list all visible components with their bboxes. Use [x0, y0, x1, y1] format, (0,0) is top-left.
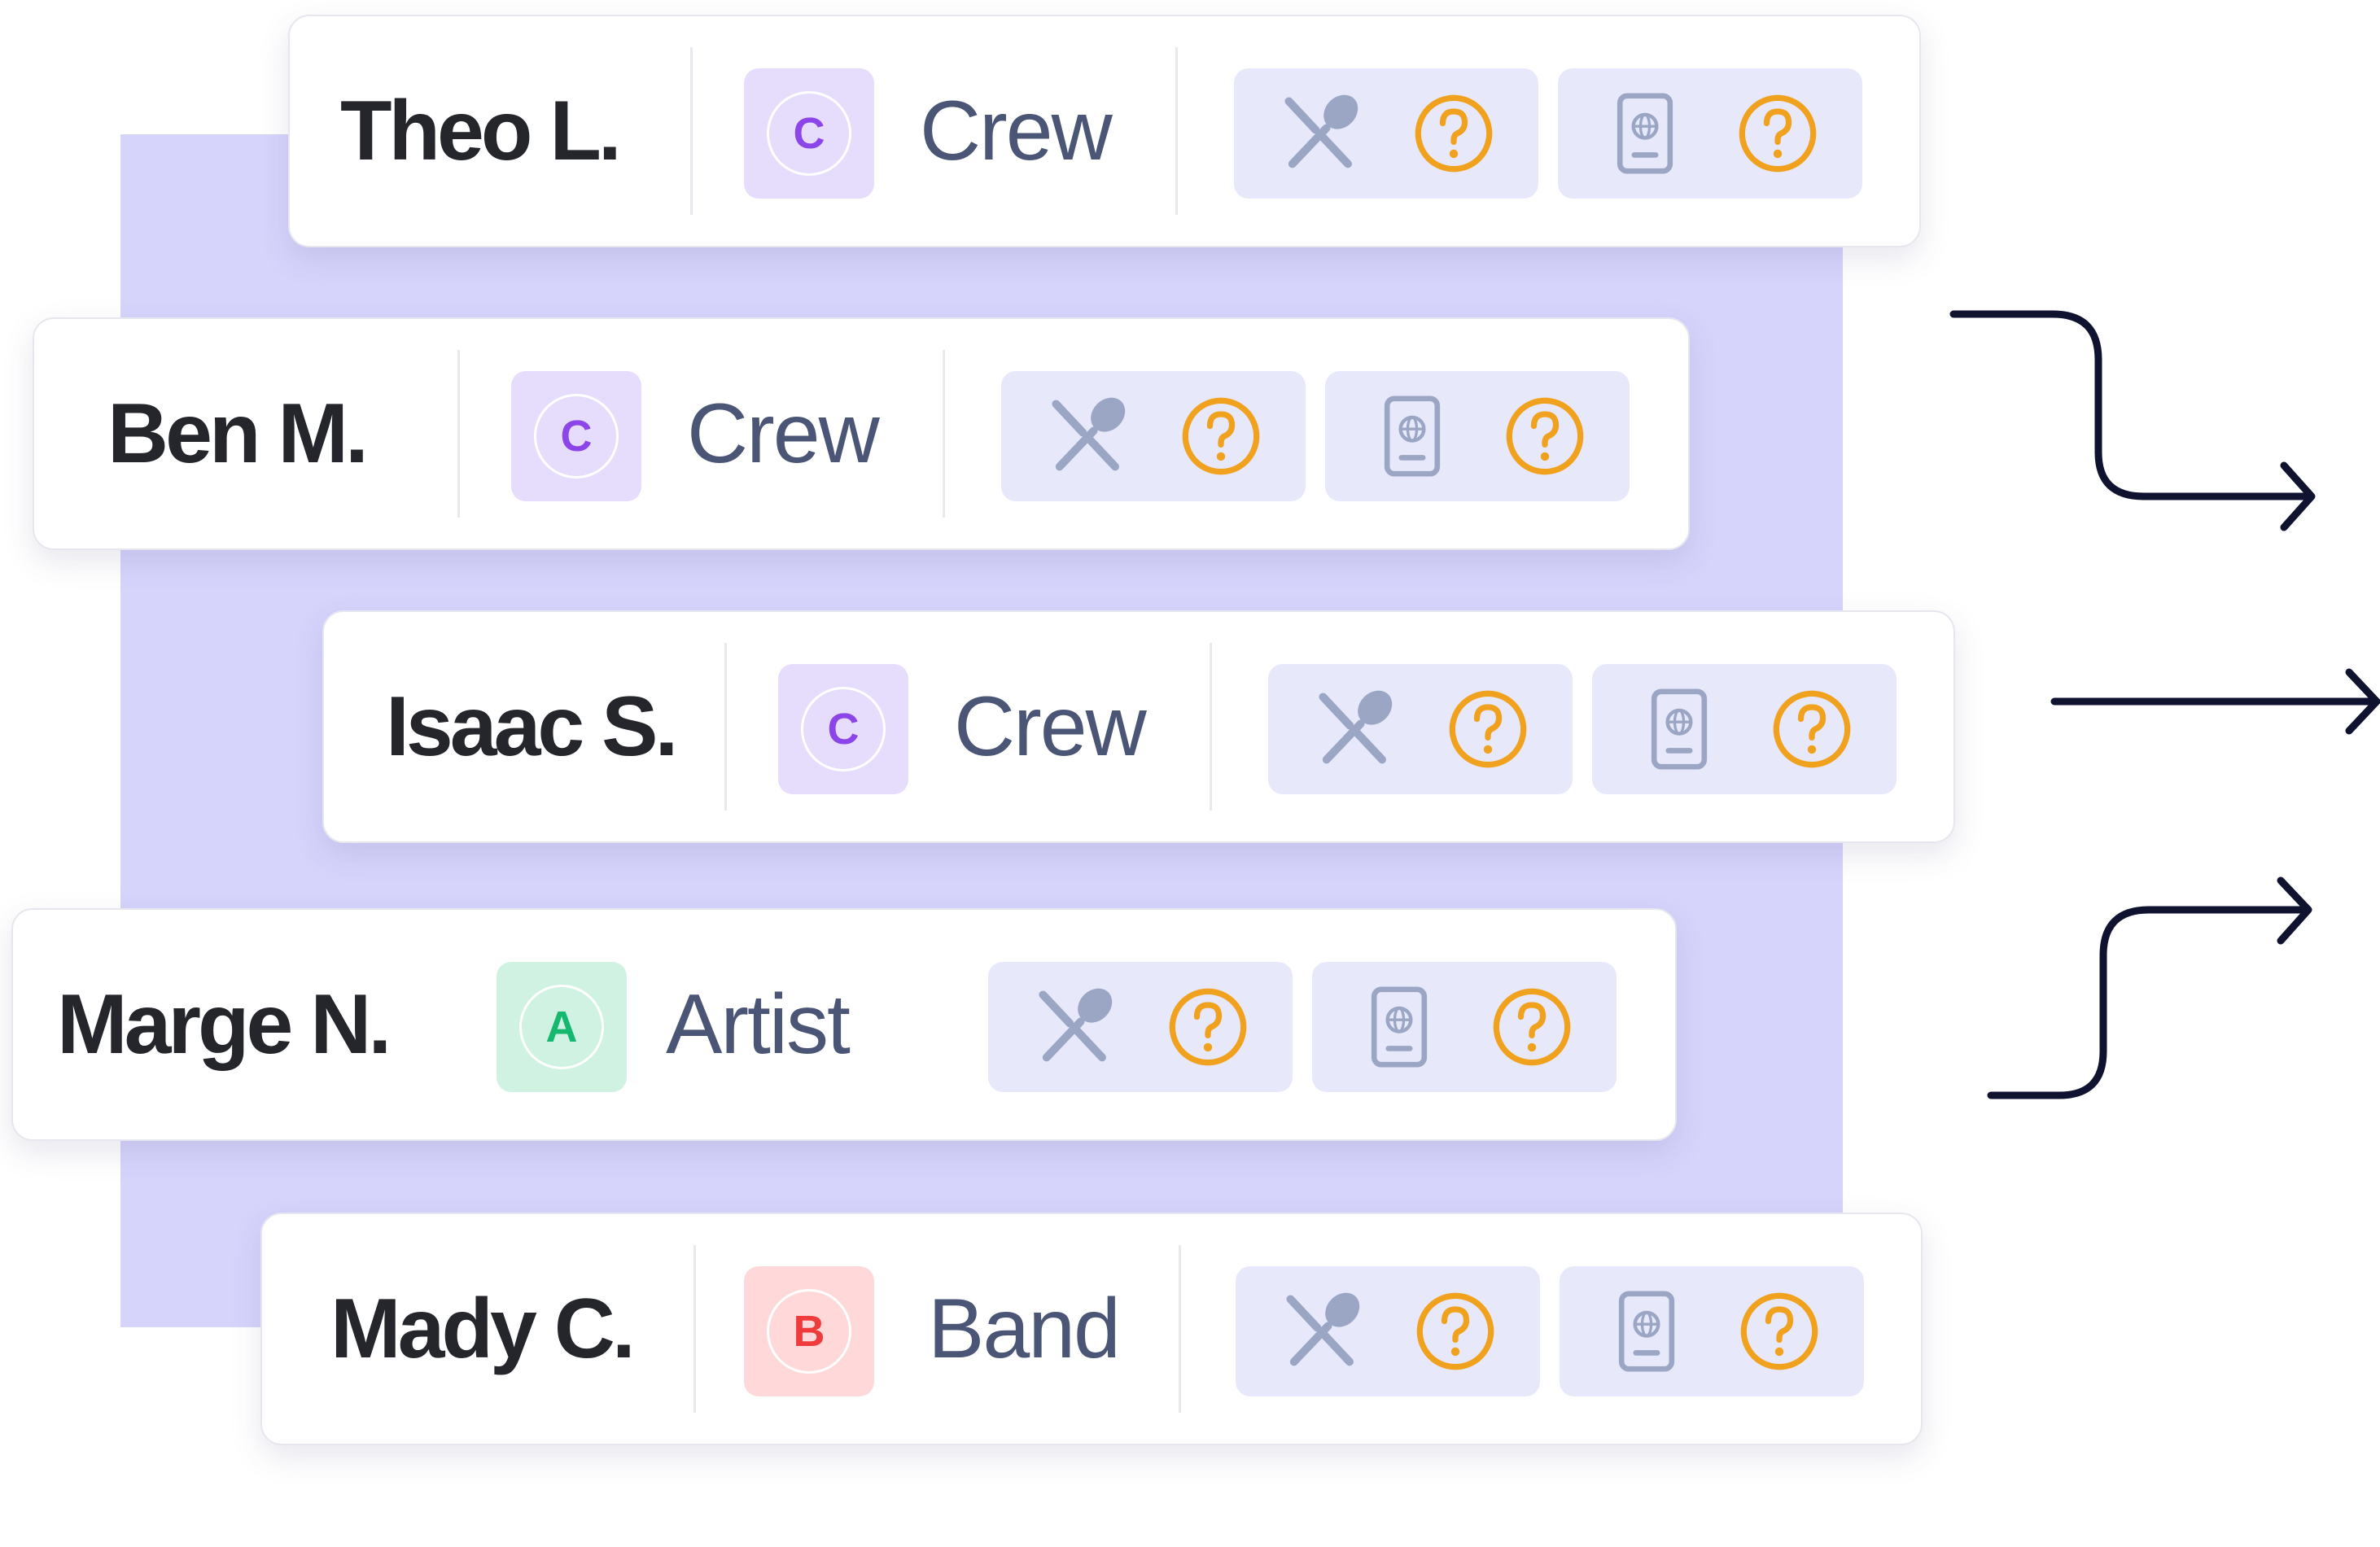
- arrow-up-right-icon: [1987, 876, 2312, 1099]
- crew-roster-illustration: Theo L. C Crew Ben M. C Crew Isaac S. C …: [0, 0, 2380, 1547]
- arrow-down-right-icon: [1949, 310, 2316, 531]
- arrows-group: [1949, 310, 2380, 1099]
- arrow-right-icon: [2050, 668, 2380, 735]
